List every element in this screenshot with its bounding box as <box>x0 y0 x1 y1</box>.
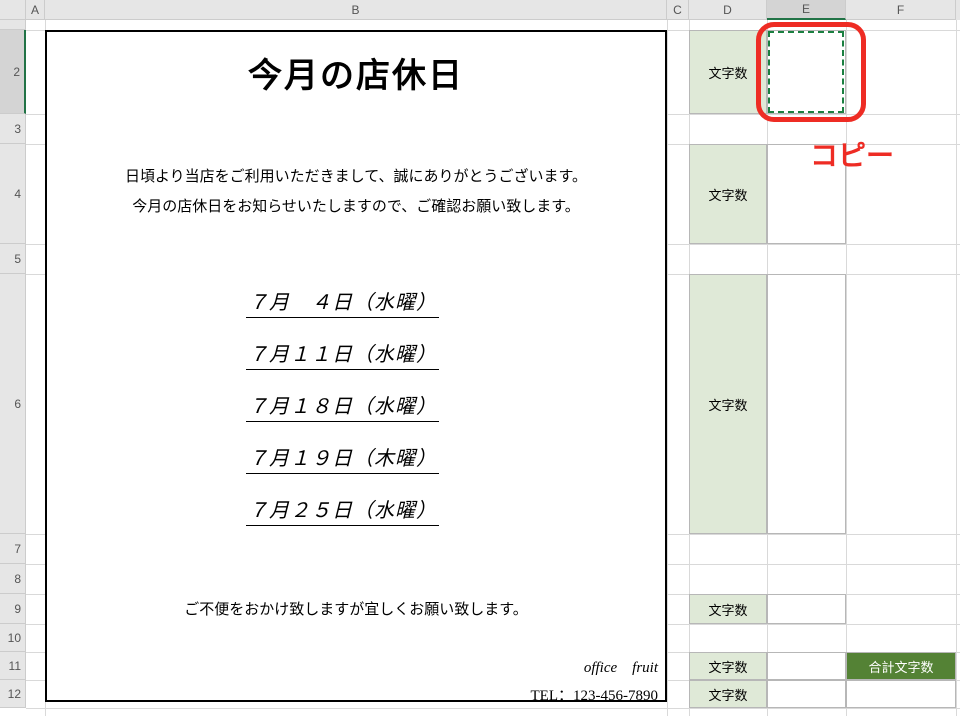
cell-E12[interactable] <box>767 680 846 708</box>
holiday-2: ７月１１日（水曜） <box>246 338 439 370</box>
cell-D9-label[interactable]: 文字数 <box>689 594 767 624</box>
cell-D6-label[interactable]: 文字数 <box>689 274 767 534</box>
cell-D11-label[interactable]: 文字数 <box>689 652 767 680</box>
row-header-4[interactable]: 4 <box>0 144 26 244</box>
row-header-1[interactable] <box>0 20 26 30</box>
cell-E6[interactable] <box>767 274 846 534</box>
office-name: office fruit <box>45 656 658 677</box>
cell-D4-label[interactable]: 文字数 <box>689 144 767 244</box>
row-header-11[interactable]: 11 <box>0 652 26 680</box>
row-header-10[interactable]: 10 <box>0 624 26 652</box>
row-header-3[interactable]: 3 <box>0 114 26 144</box>
col-header-B[interactable]: B <box>45 0 667 20</box>
row-headers: 2 3 4 5 6 7 8 9 10 11 12 <box>0 20 26 708</box>
tel-number: TEL：123-456-7890 <box>45 684 658 705</box>
callout-label: コピー <box>810 134 894 174</box>
cell-D12-label[interactable]: 文字数 <box>689 680 767 708</box>
greeting-line-2: 今月の店休日をお知らせいたしますので、ご確認お願い致します。 <box>45 195 667 216</box>
col-header-A[interactable]: A <box>26 0 45 20</box>
document-title: 今月の店休日 <box>45 48 667 97</box>
row-header-6[interactable]: 6 <box>0 274 26 534</box>
row-header-5[interactable]: 5 <box>0 244 26 274</box>
col-header-E[interactable]: E <box>767 0 846 20</box>
footer-note: ご不便をおかけ致しますが宜しくお願い致します。 <box>45 598 667 619</box>
cell-E11[interactable] <box>767 652 846 680</box>
row-header-9[interactable]: 9 <box>0 594 26 624</box>
row-header-7[interactable]: 7 <box>0 534 26 564</box>
column-headers: A B C D E F <box>0 0 960 20</box>
cells-area[interactable]: 今月の店休日 日頃より当店をご利用いただきまして、誠にありがとうございます。 今… <box>26 20 960 716</box>
cell-F12[interactable] <box>846 680 956 708</box>
holiday-1: ７月 ４日（水曜） <box>246 286 439 318</box>
cell-F11-total-label[interactable]: 合計文字数 <box>846 652 956 680</box>
row-header-8[interactable]: 8 <box>0 564 26 594</box>
callout-rect <box>756 22 866 122</box>
col-header-F[interactable]: F <box>846 0 956 20</box>
holiday-3: ７月１８日（水曜） <box>246 390 439 422</box>
row-header-2[interactable]: 2 <box>0 30 26 114</box>
row-header-12[interactable]: 12 <box>0 680 26 708</box>
greeting-line-1: 日頃より当店をご利用いただきまして、誠にありがとうございます。 <box>45 165 667 186</box>
select-all-corner[interactable] <box>0 0 26 20</box>
spreadsheet-grid: A B C D E F 2 3 4 5 6 7 8 9 10 11 12 <box>0 0 960 716</box>
col-header-C[interactable]: C <box>667 0 689 20</box>
holiday-5: ７月２５日（水曜） <box>246 494 439 526</box>
col-header-D[interactable]: D <box>689 0 767 20</box>
holiday-4: ７月１９日（木曜） <box>246 442 439 474</box>
cell-E9[interactable] <box>767 594 846 624</box>
